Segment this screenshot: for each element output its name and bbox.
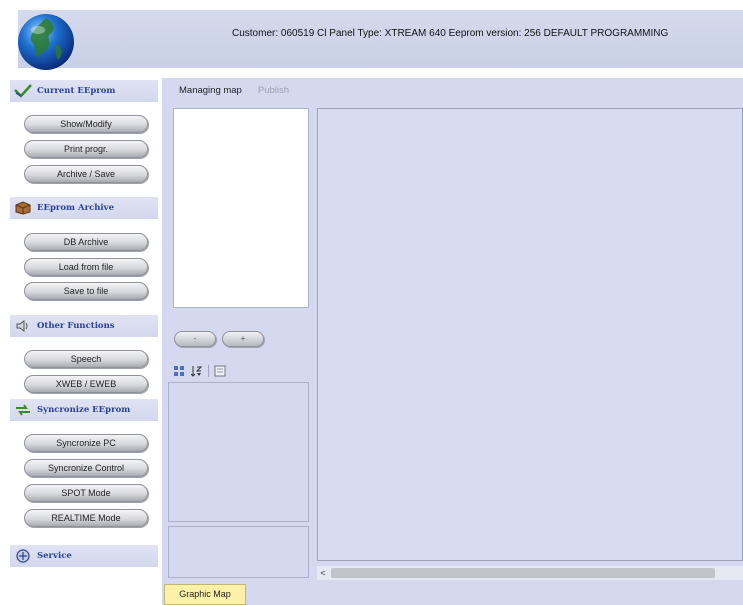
remove-button[interactable]: - — [174, 331, 216, 347]
property-pages-icon[interactable] — [213, 364, 227, 378]
horizontal-scrollbar[interactable]: < — [317, 566, 743, 580]
spot-mode-button[interactable]: SPOT Mode — [24, 484, 148, 502]
property-description — [168, 526, 309, 578]
header-info: Customer: 060519 Cl Panel Type: XTREAM 6… — [232, 28, 669, 39]
section-service[interactable]: Service — [10, 545, 158, 567]
syncronize-control-button[interactable]: Syncronize Control — [24, 459, 148, 477]
toolbar-separator — [208, 365, 209, 377]
checkmark-icon — [13, 82, 33, 100]
globe-logo-icon — [16, 12, 76, 72]
header-bar: Customer: 060519 Cl Panel Type: XTREAM 6… — [18, 10, 743, 68]
print-progr-button[interactable]: Print progr. — [24, 140, 148, 158]
section-title: Current EEprom — [37, 86, 116, 96]
box-icon — [13, 199, 33, 217]
main-tabs: Managing map Publish — [179, 85, 289, 96]
categorized-icon[interactable] — [172, 364, 186, 378]
tab-graphic-map[interactable]: Graphic Map — [164, 584, 246, 605]
syncronize-pc-button[interactable]: Syncronize PC — [24, 434, 148, 452]
section-syncronize-eeprom: Syncronize EEprom — [10, 399, 158, 421]
tab-publish[interactable]: Publish — [258, 85, 289, 96]
add-button[interactable]: + — [222, 331, 264, 347]
main-panel: Managing map Publish - + < Graphic Map — [162, 78, 743, 605]
archive-save-button[interactable]: Archive / Save — [24, 165, 148, 183]
map-canvas[interactable] — [317, 108, 743, 561]
save-to-file-button[interactable]: Save to file — [24, 282, 148, 300]
db-archive-button[interactable]: DB Archive — [24, 233, 148, 251]
sort-alphabetical-icon[interactable] — [190, 364, 204, 378]
scrollbar-thumb[interactable] — [331, 568, 715, 578]
realtime-mode-button[interactable]: REALTIME Mode — [24, 509, 148, 527]
sync-icon — [13, 401, 33, 419]
service-icon — [13, 547, 33, 565]
load-from-file-button[interactable]: Load from file — [24, 258, 148, 276]
section-title: Syncronize EEprom — [37, 405, 131, 415]
section-current-eeprom: Current EEprom — [10, 80, 158, 102]
section-other-functions: Other Functions — [10, 315, 158, 337]
section-title: EEprom Archive — [37, 203, 115, 213]
speaker-icon — [13, 317, 33, 335]
xweb-eweb-button[interactable]: XWEB / EWEB — [24, 375, 148, 393]
property-toolbar — [172, 363, 227, 379]
section-eeprom-archive: EEprom Archive — [10, 197, 158, 219]
scroll-left-arrow[interactable]: < — [317, 566, 329, 580]
tab-managing-map[interactable]: Managing map — [179, 85, 242, 96]
speech-button[interactable]: Speech — [24, 350, 148, 368]
show-modify-button[interactable]: Show/Modify — [24, 115, 148, 133]
section-title: Other Functions — [37, 321, 115, 331]
property-grid[interactable] — [168, 382, 309, 522]
section-title: Service — [37, 551, 72, 561]
map-list[interactable] — [173, 108, 309, 308]
left-sidebar: Current EEprom Show/Modify Print progr. … — [10, 78, 160, 600]
